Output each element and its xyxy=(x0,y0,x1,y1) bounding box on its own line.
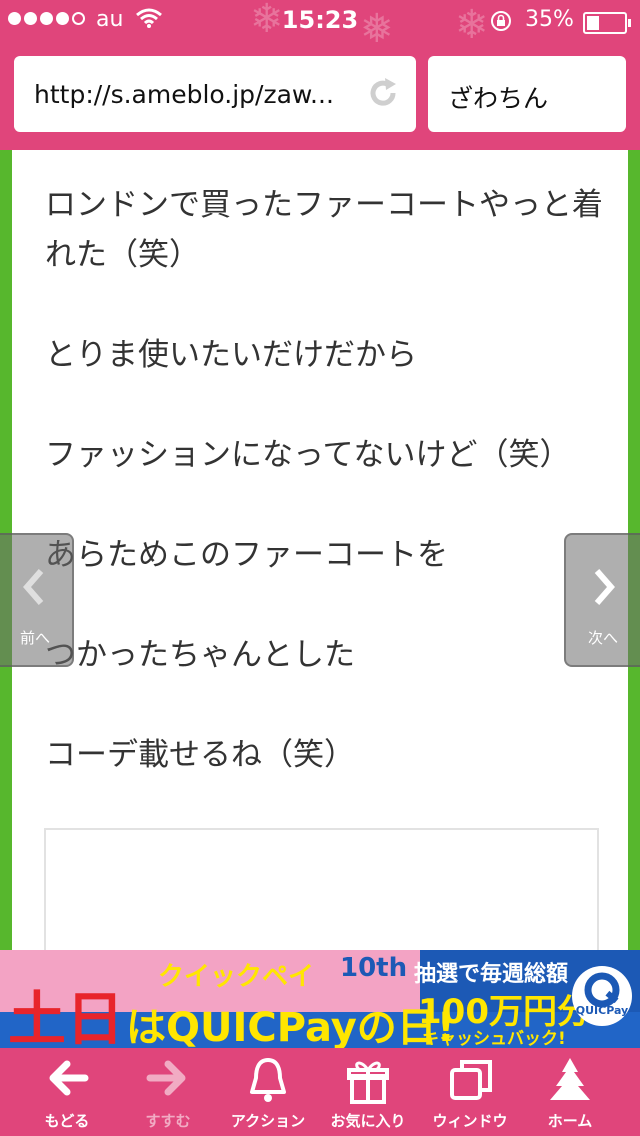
article-image[interactable] xyxy=(44,828,599,968)
article-paragraph: ファッションになってないけど（笑） xyxy=(45,437,571,473)
toolbar-label: ホーム xyxy=(547,1112,593,1130)
toolbar-windows-button[interactable]: ウィンドウ xyxy=(420,1048,520,1136)
blog-content: ロンドンで買ったファーコートやっと着れた（笑） とりま使いたいだけだから ファッ… xyxy=(0,150,640,968)
tree-icon xyxy=(550,1058,590,1100)
article-paragraph: ロンドンで買ったファーコートやっと着れた（笑） xyxy=(45,187,603,273)
toolbar-label: もどる xyxy=(44,1112,90,1130)
quicpay-logo-icon xyxy=(572,966,632,1026)
chevron-left-icon xyxy=(0,567,72,611)
article-paragraph: つかったちゃんとした xyxy=(45,637,355,673)
toolbar-label: すすむ xyxy=(145,1112,191,1130)
bottom-toolbar: もどる すすむ アクション お気に入り ウィンドウ ホーム xyxy=(0,1048,640,1136)
gift-icon xyxy=(347,1061,389,1104)
ad-headline-day: 土日 xyxy=(8,985,125,1048)
back-arrow-icon xyxy=(49,1060,89,1096)
status-bar: au 15:23 35% xyxy=(0,0,640,40)
chevron-right-icon xyxy=(566,567,640,611)
prev-page-button[interactable]: 前へ xyxy=(0,533,74,667)
battery-percentage: 35% xyxy=(525,7,574,32)
forward-arrow-icon xyxy=(146,1060,186,1096)
reload-icon[interactable] xyxy=(366,76,400,114)
ad-banner[interactable]: 土日 クイックペイ 10th はQUICPayの日! 抽選で毎週総額 100万円… xyxy=(0,950,640,1048)
windows-icon xyxy=(450,1060,492,1100)
ad-cashback-text: キャッシュバック! xyxy=(422,1029,566,1048)
toolbar-label: アクション xyxy=(230,1112,306,1130)
ad-main-text: はQUICPayの日! xyxy=(126,1005,456,1048)
bell-icon xyxy=(250,1058,286,1102)
article-paragraph: コーデ載せるね（笑） xyxy=(45,737,355,773)
url-text: http://s.ameblo.jp/zaw... xyxy=(34,80,334,109)
rotation-lock-icon xyxy=(489,9,513,39)
toolbar-back-button[interactable]: もどる xyxy=(17,1048,117,1136)
prev-page-label: 前へ xyxy=(19,629,50,647)
browser-header: ❄ ❅ ❄ au 15:23 35% http://s.ameblo.jp/za… xyxy=(0,0,640,150)
ad-logo-text: QUICPay xyxy=(575,1004,629,1017)
toolbar-label: ウィンドウ xyxy=(432,1112,508,1130)
next-page-label: 次へ xyxy=(587,629,618,647)
article-paragraph: あらためこのファーコートを xyxy=(45,537,448,573)
toolbar-forward-button[interactable]: すすむ xyxy=(118,1048,218,1136)
ad-katakana: クイックペイ xyxy=(158,962,315,992)
page-title-box[interactable]: ざわちん xyxy=(428,56,626,132)
ad-anniversary-badge: 10th xyxy=(340,953,408,983)
article-paragraph: とりま使いたいだけだから xyxy=(45,337,417,373)
toolbar-home-button[interactable]: ホーム xyxy=(520,1048,620,1136)
page-title: ざわちん xyxy=(448,84,549,113)
battery-icon xyxy=(583,12,631,34)
toolbar-label: お気に入り xyxy=(330,1112,406,1130)
toolbar-action-button[interactable]: アクション xyxy=(218,1048,318,1136)
next-page-button[interactable]: 次へ xyxy=(564,533,640,667)
toolbar-favorites-button[interactable]: お気に入り xyxy=(318,1048,418,1136)
url-bar[interactable]: http://s.ameblo.jp/zaw... xyxy=(14,56,416,132)
